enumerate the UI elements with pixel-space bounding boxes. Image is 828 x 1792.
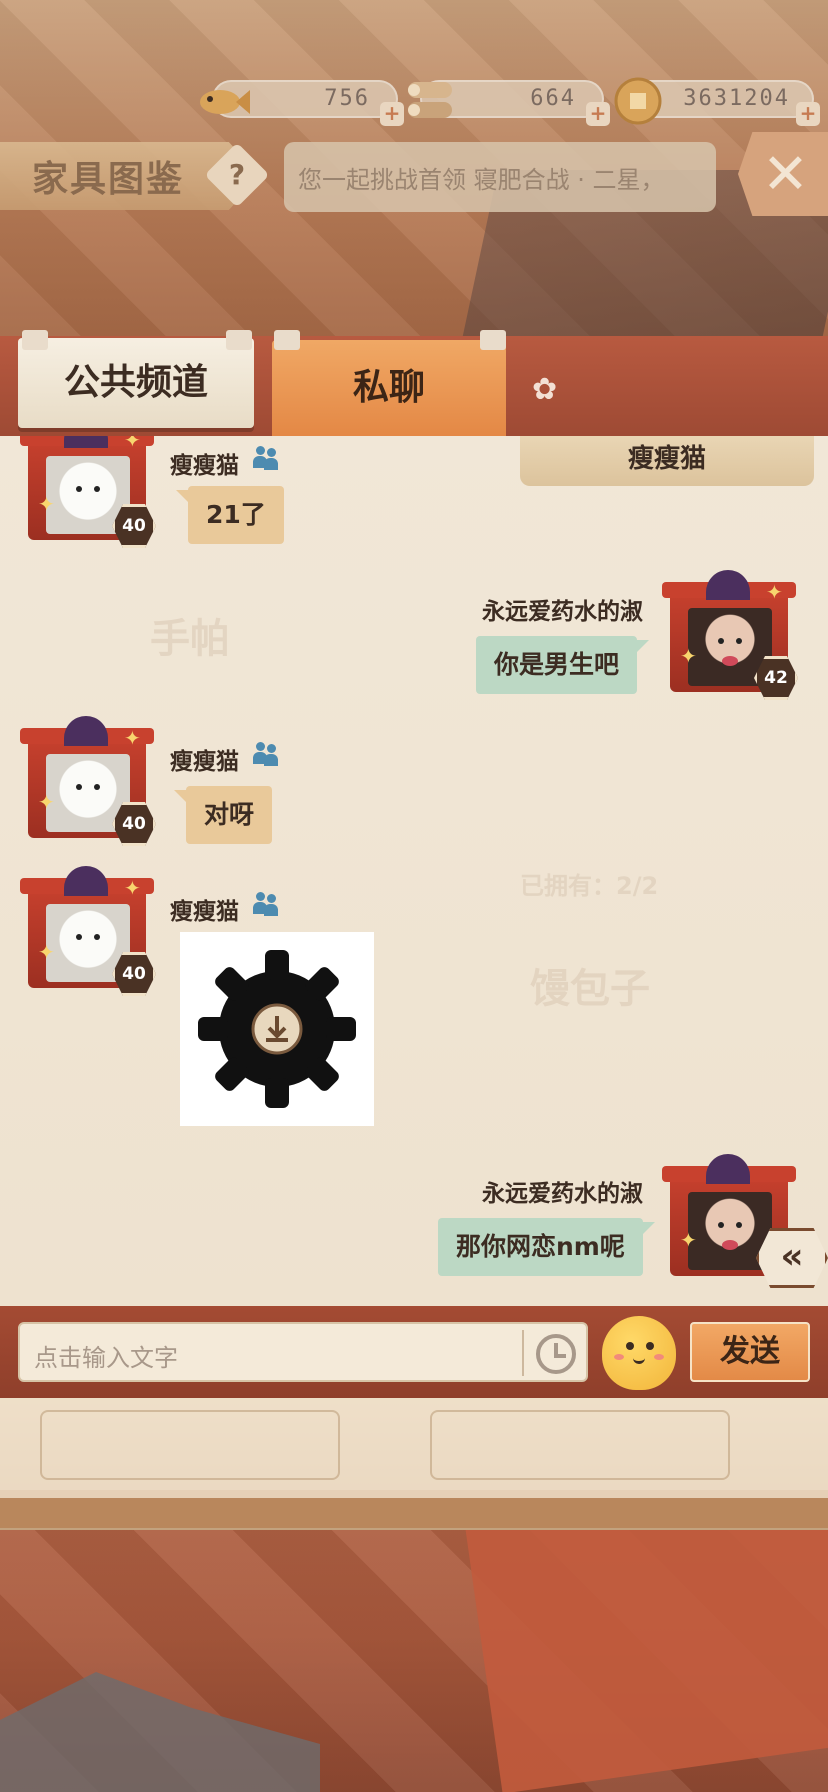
input-placeholder: 点击输入文字 [34,1344,178,1372]
sender-name: 瘦瘦猫 [170,453,239,479]
chat-partner-name: 瘦瘦猫 [627,444,706,474]
help-icon[interactable]: ? [204,142,270,208]
fish-icon [200,90,250,114]
coin-icon [614,77,662,125]
send-label: 发送 [720,1334,780,1369]
sender-name: 瘦瘦猫 [170,749,239,775]
friend-icon [252,444,278,470]
currency-wood: 664 + [408,80,610,126]
avatar[interactable]: ✦ ✦ 42 [662,570,798,700]
ticker-text: 您一起挑战首领 寝肥合战 · 二星， [298,166,665,194]
flower-icon: ✿ [532,372,558,407]
underlying-card [430,1410,730,1480]
message-input[interactable]: 点击输入文字 [18,1322,588,1382]
tab-clip [22,330,48,350]
avatar[interactable]: ✦ ✦ 40 [20,716,156,846]
watermark: 已拥有：2/2 [520,872,659,900]
wood-count: 664 [530,86,576,111]
underlying-panel [0,1398,828,1498]
input-bar: 点击输入文字 发送 [0,1306,828,1398]
fish-count: 756 [324,86,370,111]
send-button[interactable]: 发送 [690,1322,810,1382]
image-message[interactable] [180,932,374,1126]
avatar[interactable]: ✦ ✦ 40 [20,866,156,996]
message-bubble[interactable]: 21了 [176,486,284,544]
sparkle-icon: ✦ [680,644,697,668]
emoji-button[interactable] [602,1316,676,1390]
tab-clip [274,330,300,350]
page-title: 家具图鉴 [32,159,185,200]
message-bubble[interactable]: 那你网恋nm呢 [438,1218,655,1276]
currency-fish: 756 + [200,80,404,126]
close-button[interactable]: ✕ [738,132,828,216]
tab-clip [480,330,506,350]
add-wood-button[interactable]: + [586,102,610,126]
tab-private-label: 私聊 [352,367,425,408]
sender-name: 永远爱药水的淑 [482,1181,643,1207]
sparkle-icon: ✦ [124,726,141,750]
currency-coin: 3631204 + [614,77,820,126]
sender-name: 瘦瘦猫 [170,899,239,925]
message-bubble[interactable]: 对呀 [173,786,273,844]
collapse-chevron-icon[interactable]: « [756,1228,828,1288]
input-divider [522,1330,524,1376]
download-image-icon [198,950,356,1108]
tab-private-chat[interactable]: 私聊 [272,340,506,442]
watermark: 手帕 [150,616,230,662]
tab-clip [226,330,252,350]
chat-panel[interactable]: 手帕 已拥有：2/2 馒包子 瘦瘦猫 ✦ ✦ 40 瘦瘦猫 21了 永远爱药水的… [0,436,828,1306]
underlying-card [40,1410,340,1480]
wood-log-icon [408,82,452,118]
avatar[interactable]: ✦ ✦ 40 [20,436,156,548]
message-bubble[interactable]: 你是男生吧 [476,636,650,694]
clock-icon[interactable] [536,1334,576,1374]
friend-icon [252,890,278,916]
chat-partner-tag: 瘦瘦猫 [520,436,814,486]
tab-public-channel[interactable]: 公共频道 [18,338,254,428]
tab-public-label: 公共频道 [63,362,208,403]
sparkle-icon: ✦ [38,492,55,516]
sparkle-icon: ✦ [124,436,141,452]
sender-name: 永远爱药水的淑 [482,599,643,625]
rock-decoration [0,1672,320,1792]
add-coin-button[interactable]: + [796,102,820,126]
sparkle-icon: ✦ [124,876,141,900]
coin-count: 3631204 [683,86,790,111]
sparkle-icon: ✦ [38,790,55,814]
announcement-ticker: 您一起挑战首领 寝肥合战 · 二星， [284,142,716,212]
friend-icon [252,740,278,766]
sparkle-icon: ✦ [38,940,55,964]
sparkle-icon: ✦ [766,580,783,604]
sparkle-icon: ✦ [680,1228,697,1252]
add-fish-button[interactable]: + [380,102,404,126]
watermark: 馒包子 [530,966,650,1012]
close-icon: ✕ [762,142,809,207]
